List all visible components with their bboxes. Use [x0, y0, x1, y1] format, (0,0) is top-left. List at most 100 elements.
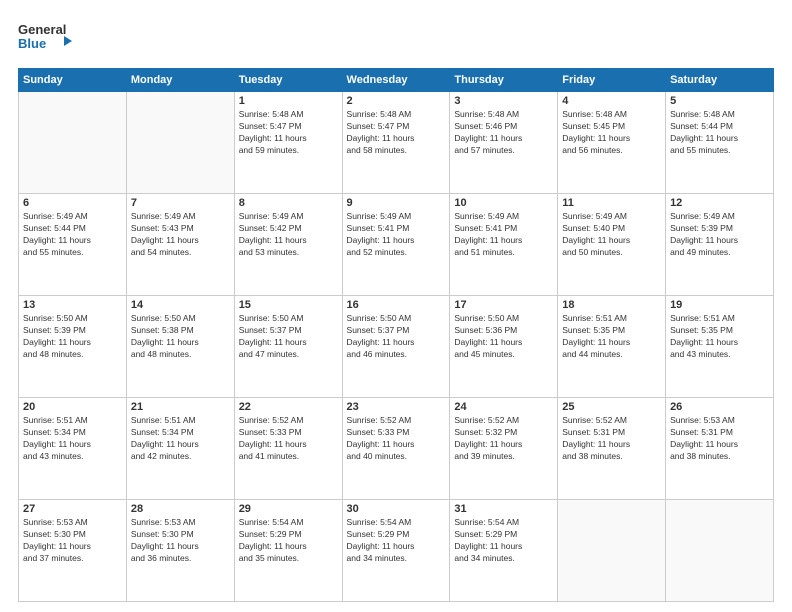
day-info: Sunrise: 5:48 AM Sunset: 5:47 PM Dayligh…	[239, 109, 338, 157]
svg-text:Blue: Blue	[18, 36, 46, 51]
logo-svg: General Blue	[18, 18, 73, 58]
day-number: 4	[562, 95, 661, 107]
day-info: Sunrise: 5:54 AM Sunset: 5:29 PM Dayligh…	[239, 517, 338, 565]
day-number: 23	[347, 401, 446, 413]
day-info: Sunrise: 5:49 AM Sunset: 5:40 PM Dayligh…	[562, 211, 661, 259]
weekday-header: Wednesday	[342, 69, 450, 92]
calendar-cell: 10 Sunrise: 5:49 AM Sunset: 5:41 PM Dayli…	[450, 194, 558, 296]
calendar-cell: 19Sunrise: 5:51 AM Sunset: 5:35 PM Dayli…	[666, 296, 774, 398]
day-number: 11	[562, 197, 661, 209]
calendar-cell: 9 Sunrise: 5:49 AM Sunset: 5:41 PM Daylig…	[342, 194, 450, 296]
day-info: Sunrise: 5:50 AM Sunset: 5:37 PM Dayligh…	[347, 313, 446, 361]
day-info: Sunrise: 5:52 AM Sunset: 5:32 PM Dayligh…	[454, 415, 553, 463]
day-number: 7	[131, 197, 230, 209]
calendar-cell	[666, 500, 774, 602]
calendar-cell: 26 Sunrise: 5:53 AM Sunset: 5:31 PM Dayli…	[666, 398, 774, 500]
calendar-cell: 13 Sunrise: 5:50 AM Sunset: 5:39 PM Dayli…	[19, 296, 127, 398]
weekday-header: Thursday	[450, 69, 558, 92]
day-info: Sunrise: 5:53 AM Sunset: 5:30 PM Dayligh…	[131, 517, 230, 565]
day-info: Sunrise: 5:49 AM Sunset: 5:39 PM Dayligh…	[670, 211, 769, 259]
calendar-cell: 8 Sunrise: 5:49 AM Sunset: 5:42 PM Daylig…	[234, 194, 342, 296]
calendar-cell: 7 Sunrise: 5:49 AM Sunset: 5:43 PM Daylig…	[126, 194, 234, 296]
day-info: Sunrise: 5:53 AM Sunset: 5:31 PM Dayligh…	[670, 415, 769, 463]
calendar-cell: 31Sunrise: 5:54 AM Sunset: 5:29 PM Dayli…	[450, 500, 558, 602]
day-info: Sunrise: 5:51 AM Sunset: 5:34 PM Dayligh…	[131, 415, 230, 463]
svg-text:General: General	[18, 22, 66, 37]
day-number: 8	[239, 197, 338, 209]
calendar-cell: 4 Sunrise: 5:48 AM Sunset: 5:45 PM Daylig…	[558, 92, 666, 194]
day-info: Sunrise: 5:50 AM Sunset: 5:36 PM Dayligh…	[454, 313, 553, 361]
day-info: Sunrise: 5:49 AM Sunset: 5:44 PM Dayligh…	[23, 211, 122, 259]
day-info: Sunrise: 5:54 AM Sunset: 5:29 PM Dayligh…	[347, 517, 446, 565]
calendar-cell: 14 Sunrise: 5:50 AM Sunset: 5:38 PM Dayli…	[126, 296, 234, 398]
day-number: 30	[347, 503, 446, 515]
day-info: Sunrise: 5:52 AM Sunset: 5:33 PM Dayligh…	[239, 415, 338, 463]
calendar-cell: 6 Sunrise: 5:49 AM Sunset: 5:44 PM Daylig…	[19, 194, 127, 296]
calendar-cell: 24 Sunrise: 5:52 AM Sunset: 5:32 PM Dayli…	[450, 398, 558, 500]
calendar-cell: 28 Sunrise: 5:53 AM Sunset: 5:30 PM Dayli…	[126, 500, 234, 602]
weekday-header: Monday	[126, 69, 234, 92]
calendar-cell: 1 Sunrise: 5:48 AM Sunset: 5:47 PM Daylig…	[234, 92, 342, 194]
day-number: 12	[670, 197, 769, 209]
day-number: 1	[239, 95, 338, 107]
calendar-cell: 23 Sunrise: 5:52 AM Sunset: 5:33 PM Dayli…	[342, 398, 450, 500]
day-info: Sunrise: 5:50 AM Sunset: 5:37 PM Dayligh…	[239, 313, 338, 361]
day-info: Sunrise: 5:54 AM Sunset: 5:29 PM Dayligh…	[454, 517, 553, 565]
day-info: Sunrise: 5:50 AM Sunset: 5:38 PM Dayligh…	[131, 313, 230, 361]
day-info: Sunrise: 5:52 AM Sunset: 5:31 PM Dayligh…	[562, 415, 661, 463]
day-info: Sunrise: 5:49 AM Sunset: 5:42 PM Dayligh…	[239, 211, 338, 259]
day-number: 15	[239, 299, 338, 311]
calendar-cell: 3 Sunrise: 5:48 AM Sunset: 5:46 PM Daylig…	[450, 92, 558, 194]
day-number: 10	[454, 197, 553, 209]
day-info: Sunrise: 5:51 AM Sunset: 5:35 PM Dayligh…	[562, 313, 661, 361]
day-number: 3	[454, 95, 553, 107]
day-number: 25	[562, 401, 661, 413]
day-number: 9	[347, 197, 446, 209]
calendar-cell	[126, 92, 234, 194]
calendar-cell: 30 Sunrise: 5:54 AM Sunset: 5:29 PM Dayli…	[342, 500, 450, 602]
calendar-cell: 27 Sunrise: 5:53 AM Sunset: 5:30 PM Dayli…	[19, 500, 127, 602]
weekday-header: Tuesday	[234, 69, 342, 92]
day-info: Sunrise: 5:49 AM Sunset: 5:41 PM Dayligh…	[347, 211, 446, 259]
day-number: 20	[23, 401, 122, 413]
day-number: 24	[454, 401, 553, 413]
page-header: General Blue	[18, 18, 774, 58]
day-number: 28	[131, 503, 230, 515]
day-info: Sunrise: 5:48 AM Sunset: 5:45 PM Dayligh…	[562, 109, 661, 157]
day-number: 13	[23, 299, 122, 311]
day-number: 2	[347, 95, 446, 107]
calendar-cell: 18Sunrise: 5:51 AM Sunset: 5:35 PM Dayli…	[558, 296, 666, 398]
calendar-cell: 16 Sunrise: 5:50 AM Sunset: 5:37 PM Dayli…	[342, 296, 450, 398]
calendar-cell: 29 Sunrise: 5:54 AM Sunset: 5:29 PM Dayli…	[234, 500, 342, 602]
day-number: 16	[347, 299, 446, 311]
calendar-cell: 25 Sunrise: 5:52 AM Sunset: 5:31 PM Dayli…	[558, 398, 666, 500]
day-info: Sunrise: 5:50 AM Sunset: 5:39 PM Dayligh…	[23, 313, 122, 361]
calendar-cell	[558, 500, 666, 602]
day-info: Sunrise: 5:48 AM Sunset: 5:46 PM Dayligh…	[454, 109, 553, 157]
day-info: Sunrise: 5:51 AM Sunset: 5:34 PM Dayligh…	[23, 415, 122, 463]
day-number: 21	[131, 401, 230, 413]
day-number: 14	[131, 299, 230, 311]
day-info: Sunrise: 5:53 AM Sunset: 5:30 PM Dayligh…	[23, 517, 122, 565]
day-number: 27	[23, 503, 122, 515]
weekday-header: Sunday	[19, 69, 127, 92]
day-number: 29	[239, 503, 338, 515]
day-number: 26	[670, 401, 769, 413]
calendar-cell: 17Sunrise: 5:50 AM Sunset: 5:36 PM Dayli…	[450, 296, 558, 398]
day-info: Sunrise: 5:52 AM Sunset: 5:33 PM Dayligh…	[347, 415, 446, 463]
calendar-cell: 2Sunrise: 5:48 AM Sunset: 5:47 PM Daylig…	[342, 92, 450, 194]
calendar-cell: 15 Sunrise: 5:50 AM Sunset: 5:37 PM Dayli…	[234, 296, 342, 398]
calendar-cell: 20 Sunrise: 5:51 AM Sunset: 5:34 PM Dayli…	[19, 398, 127, 500]
day-number: 5	[670, 95, 769, 107]
weekday-header: Saturday	[666, 69, 774, 92]
weekday-header: Friday	[558, 69, 666, 92]
day-number: 22	[239, 401, 338, 413]
calendar-cell: 21 Sunrise: 5:51 AM Sunset: 5:34 PM Dayli…	[126, 398, 234, 500]
calendar-cell: 22 Sunrise: 5:52 AM Sunset: 5:33 PM Dayli…	[234, 398, 342, 500]
day-number: 6	[23, 197, 122, 209]
day-info: Sunrise: 5:49 AM Sunset: 5:43 PM Dayligh…	[131, 211, 230, 259]
day-info: Sunrise: 5:49 AM Sunset: 5:41 PM Dayligh…	[454, 211, 553, 259]
calendar-table: SundayMondayTuesdayWednesdayThursdayFrid…	[18, 68, 774, 602]
calendar-cell	[19, 92, 127, 194]
calendar-header-row: SundayMondayTuesdayWednesdayThursdayFrid…	[19, 69, 774, 92]
